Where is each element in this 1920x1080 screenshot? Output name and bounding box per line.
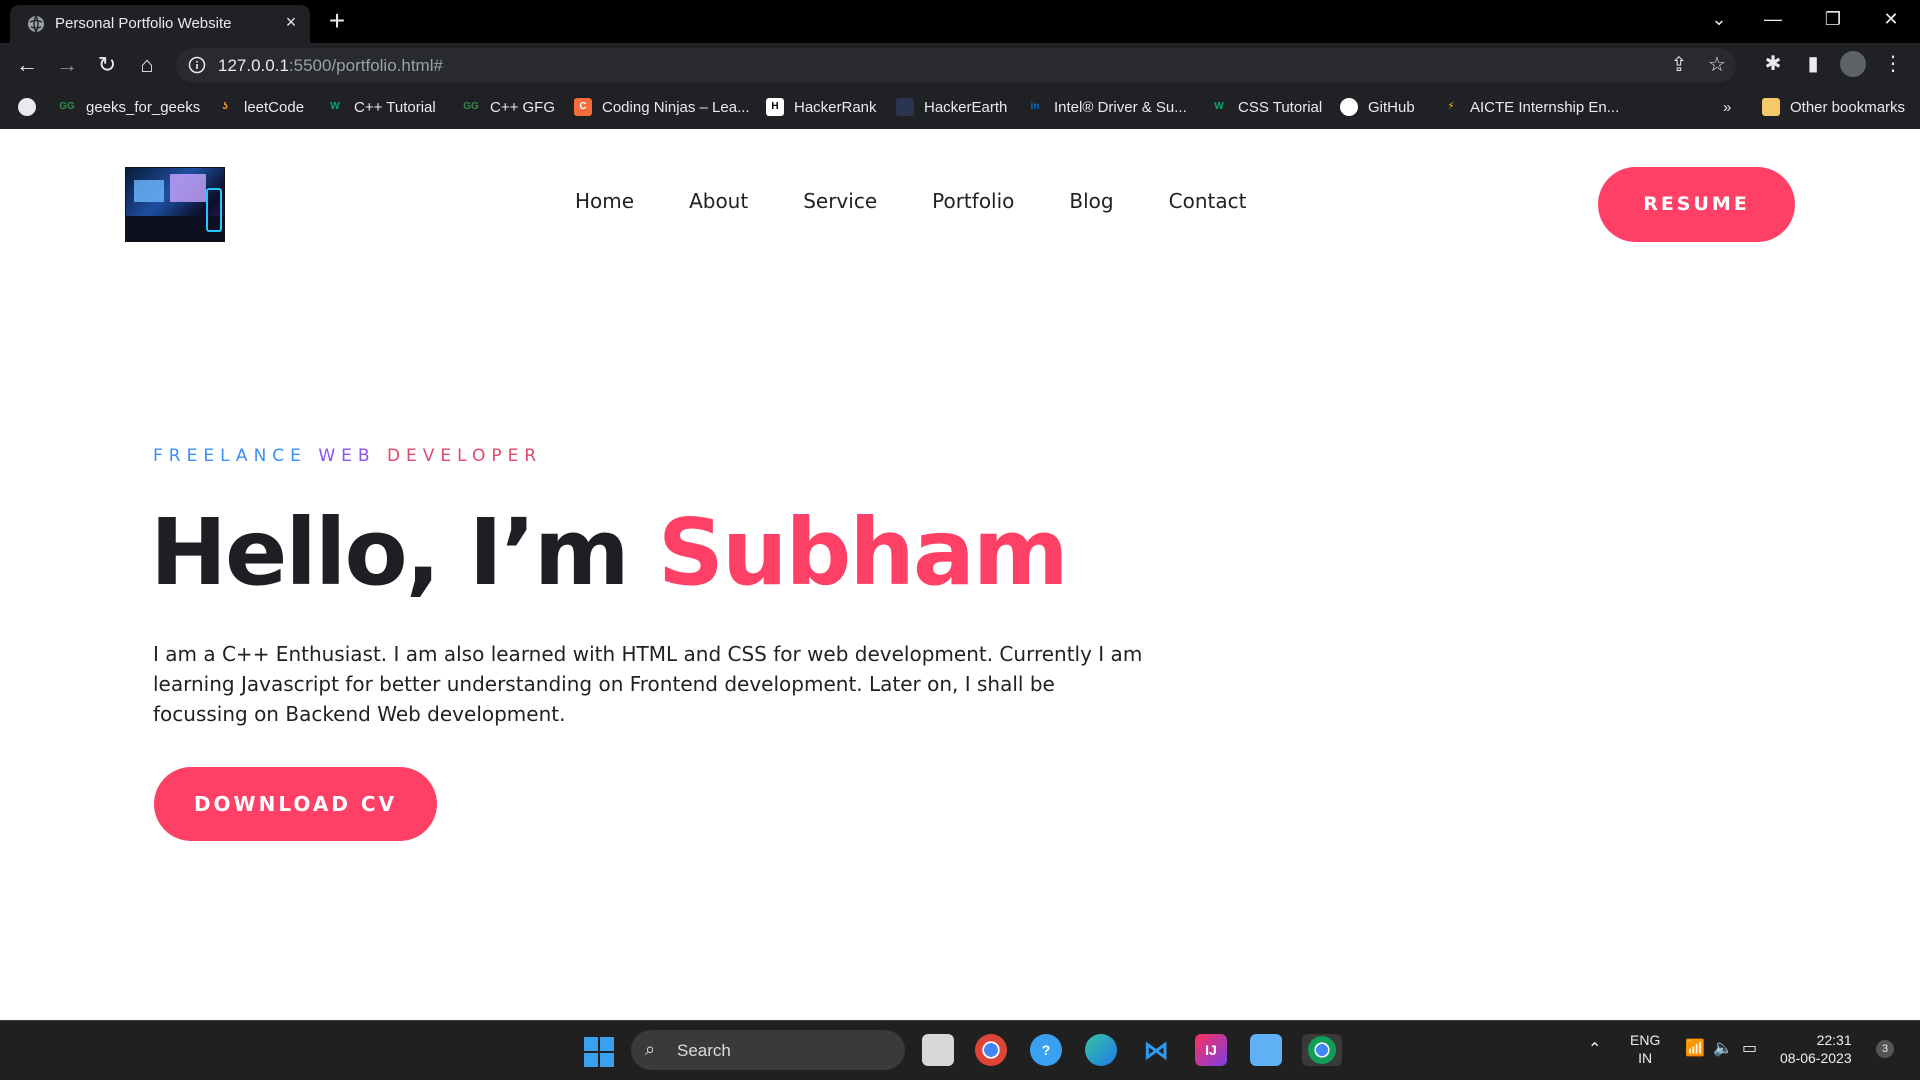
globe-icon (28, 15, 44, 33)
intellij-icon[interactable]: IJ (1195, 1034, 1227, 1066)
headline-prefix: Hello, I’m (150, 499, 658, 606)
url-host: 127.0.0.1 (218, 56, 289, 75)
show-hidden-icons[interactable]: ⌃ (1588, 1039, 1601, 1059)
home-icon[interactable]: ⌂ (132, 50, 162, 80)
resume-button[interactable]: RESUME (1598, 167, 1795, 242)
aicte-icon: ⚡ (1447, 101, 1455, 112)
gfg-icon: GG (463, 101, 479, 112)
chrome-active-icon[interactable] (1302, 1034, 1342, 1066)
intro-paragraph: I am a C++ Enthusiast. I am also learned… (153, 642, 1143, 726)
notification-badge[interactable]: 3 (1876, 1040, 1894, 1058)
download-cv-button[interactable]: DOWNLOAD CV (154, 767, 437, 841)
volume-icon[interactable]: 🔈 (1713, 1038, 1733, 1058)
windows-start-icon[interactable] (584, 1037, 614, 1067)
forward-icon[interactable]: → (52, 50, 82, 80)
help-icon[interactable]: ? (1030, 1034, 1062, 1066)
nav-service[interactable]: Service (803, 189, 877, 219)
close-tab-icon[interactable]: × (280, 11, 302, 33)
restore-icon[interactable]: ❐ (1818, 6, 1848, 32)
chrome-icon[interactable] (975, 1034, 1007, 1066)
url-text: 127.0.0.1:5500/portfolio.html# (218, 56, 443, 76)
nav-about[interactable]: About (689, 189, 748, 219)
search-label: Search (677, 1041, 731, 1060)
site-logo[interactable] (125, 167, 225, 242)
nav-blog[interactable]: Blog (1069, 189, 1113, 219)
bookmark-hackerearth[interactable]: HackerEarth (896, 96, 1007, 118)
github-icon (1340, 98, 1358, 116)
bookmark-aicte[interactable]: ⚡ AICTE Internship En... (1442, 96, 1619, 118)
coding-ninjas-icon: C (574, 98, 592, 116)
close-window-icon[interactable]: ✕ (1876, 6, 1906, 32)
hero-headline: Hello, I’m Subham (150, 499, 1069, 606)
headline-name: Subham (657, 499, 1069, 606)
wifi-icon[interactable]: 📶 (1685, 1038, 1705, 1058)
extensions-icon[interactable]: ✱ (1760, 51, 1786, 77)
language-indicator[interactable]: ENG IN (1630, 1031, 1660, 1067)
bookmark-cpp-gfg[interactable]: GG C++ GFG (462, 96, 555, 118)
side-panel-icon[interactable]: ▮ (1800, 51, 1826, 77)
tagline: FREELANCE WEB DEVELOPER (153, 446, 542, 466)
url-path: :5500/portfolio.html# (288, 56, 443, 75)
vscode-icon[interactable]: ⋈ (1140, 1034, 1172, 1066)
tab-strip: Personal Portfolio Website × + ⌄ — ❐ ✕ (0, 0, 1920, 43)
portfolio-page: Home About Service Portfolio Blog Contac… (0, 129, 1920, 1020)
gfg-icon: GG (59, 101, 75, 112)
task-view-icon[interactable] (922, 1034, 954, 1066)
tagline-word-2: WEB (318, 446, 376, 466)
nav-home[interactable]: Home (575, 189, 634, 219)
bookmark-geeks-for-geeks[interactable]: GG geeks_for_geeks (58, 96, 200, 118)
bookmark-star-icon[interactable]: ☆ (1704, 52, 1730, 78)
back-icon[interactable]: ← (12, 50, 42, 80)
browser-toolbar: ← → ↻ ⌂ 127.0.0.1:5500/portfolio.html# ⇪… (0, 43, 1920, 86)
bookmark-css-tutorial[interactable]: W CSS Tutorial (1210, 96, 1322, 118)
more-bookmarks-button[interactable]: » (1723, 96, 1731, 118)
logo-screen-left (134, 180, 164, 202)
bookmark-github[interactable]: GitHub (1340, 96, 1415, 118)
tagline-word-1: FREELANCE (153, 446, 307, 466)
bookmark-cpp-tutorial[interactable]: W C++ Tutorial (326, 96, 435, 118)
w3schools-icon: W (1214, 101, 1224, 112)
logo-pc-tower (206, 188, 222, 232)
nav-contact[interactable]: Contact (1169, 189, 1247, 219)
bookmark-hackerrank[interactable]: H HackerRank (766, 96, 877, 118)
bookmark-coding-ninjas[interactable]: C Coding Ninjas – Lea... (574, 96, 750, 118)
folder-icon (1762, 98, 1780, 116)
leetcode-icon: ʖ (222, 101, 228, 112)
address-bar[interactable]: 127.0.0.1:5500/portfolio.html# ⇪ ☆ (176, 48, 1736, 82)
notepad-icon[interactable] (1250, 1034, 1282, 1066)
bookmark-intel[interactable]: in Intel® Driver & Su... (1026, 96, 1187, 118)
active-tab[interactable]: Personal Portfolio Website × (10, 5, 310, 43)
clock[interactable]: 22:31 08-06-2023 (1780, 1031, 1852, 1067)
tab-search-icon[interactable]: ⌄ (1704, 6, 1734, 32)
bookmarks-bar: GG geeks_for_geeks ʖ leetCode W C++ Tutoria… (0, 86, 1920, 129)
minimize-icon[interactable]: — (1758, 6, 1788, 32)
w3schools-icon: W (330, 101, 340, 112)
tagline-word-3: DEVELOPER (386, 446, 543, 466)
edge-icon[interactable] (1085, 1034, 1117, 1066)
profile-avatar[interactable] (1840, 51, 1866, 77)
main-nav: Home About Service Portfolio Blog Contac… (575, 189, 1301, 219)
site-info-icon[interactable] (188, 56, 206, 74)
reload-icon[interactable]: ↻ (92, 50, 122, 80)
nav-portfolio[interactable]: Portfolio (932, 189, 1014, 219)
taskbar-search[interactable]: ⌕ Search (631, 1030, 905, 1070)
search-icon: ⌕ (645, 1039, 656, 1059)
logo-screen-right (170, 174, 206, 202)
battery-icon[interactable]: ▭ (1742, 1038, 1757, 1058)
windows-taskbar: ⌕ Search ? ⋈ IJ ⌃ ENG IN 📶 🔈 ▭ 22:31 08-06… (0, 1020, 1920, 1080)
intel-icon: in (1030, 101, 1040, 112)
menu-icon[interactable]: ⋮ (1880, 51, 1906, 77)
tab-title: Personal Portfolio Website (55, 15, 232, 32)
other-bookmarks-folder[interactable]: Other bookmarks (1762, 96, 1905, 118)
share-icon[interactable]: ⇪ (1666, 52, 1692, 78)
new-tab-button[interactable]: + (324, 7, 350, 35)
hackerrank-icon: H (766, 98, 784, 116)
hackerearth-icon (896, 98, 914, 116)
apps-icon[interactable] (18, 96, 46, 118)
bookmark-leetcode[interactable]: ʖ leetCode (216, 96, 304, 118)
